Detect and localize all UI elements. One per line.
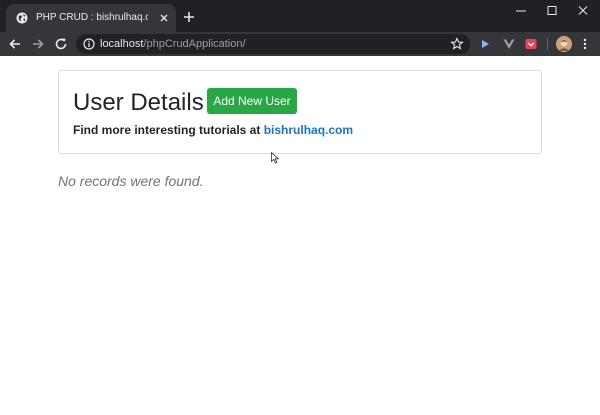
reload-icon[interactable] — [54, 37, 68, 51]
close-icon[interactable] — [158, 12, 170, 24]
minimize-icon[interactable] — [510, 4, 532, 18]
extension-play-icon[interactable] — [478, 37, 492, 51]
header-card: User Details Add New User Find more inte… — [58, 70, 542, 154]
tagline: Find more interesting tutorials at bishr… — [73, 122, 353, 138]
plus-icon[interactable] — [182, 10, 196, 24]
avatar[interactable] — [556, 36, 572, 52]
address-bar[interactable]: localhost/phpCrudApplication/ — [76, 34, 470, 54]
browser-title-bar: PHP CRUD : bishrulhaq.com — [0, 0, 600, 32]
toolbar-divider — [547, 38, 548, 50]
extension-vue-icon[interactable] — [502, 37, 516, 51]
star-icon[interactable] — [450, 37, 464, 51]
url-text[interactable]: localhost/phpCrudApplication/ — [100, 37, 246, 51]
forward-arrow-icon[interactable] — [31, 37, 45, 51]
tutorials-link[interactable]: bishrulhaq.com — [264, 123, 353, 137]
info-icon[interactable] — [83, 38, 95, 50]
browser-toolbar: localhost/phpCrudApplication/ — [0, 32, 600, 56]
extension-pocket-icon[interactable] — [524, 37, 538, 51]
profile-picture-icon — [556, 36, 572, 52]
close-window-icon[interactable] — [572, 4, 594, 18]
browser-tab[interactable]: PHP CRUD : bishrulhaq.com — [6, 4, 176, 32]
kebab-menu-icon[interactable] — [580, 37, 590, 51]
tab-title: PHP CRUD : bishrulhaq.com — [36, 12, 148, 23]
add-new-user-button[interactable]: Add New User — [207, 88, 297, 114]
page-title: User Details — [73, 89, 204, 116]
url-host: localhost — [100, 38, 144, 50]
back-arrow-icon[interactable] — [8, 37, 22, 51]
empty-state-message: No records were found. — [58, 173, 204, 189]
tagline-text: Find more interesting tutorials at — [73, 123, 264, 137]
url-path: /phpCrudApplication/ — [143, 38, 246, 50]
mouse-cursor-icon — [271, 152, 279, 164]
globe-icon — [16, 12, 28, 24]
maximize-icon[interactable] — [541, 4, 563, 18]
